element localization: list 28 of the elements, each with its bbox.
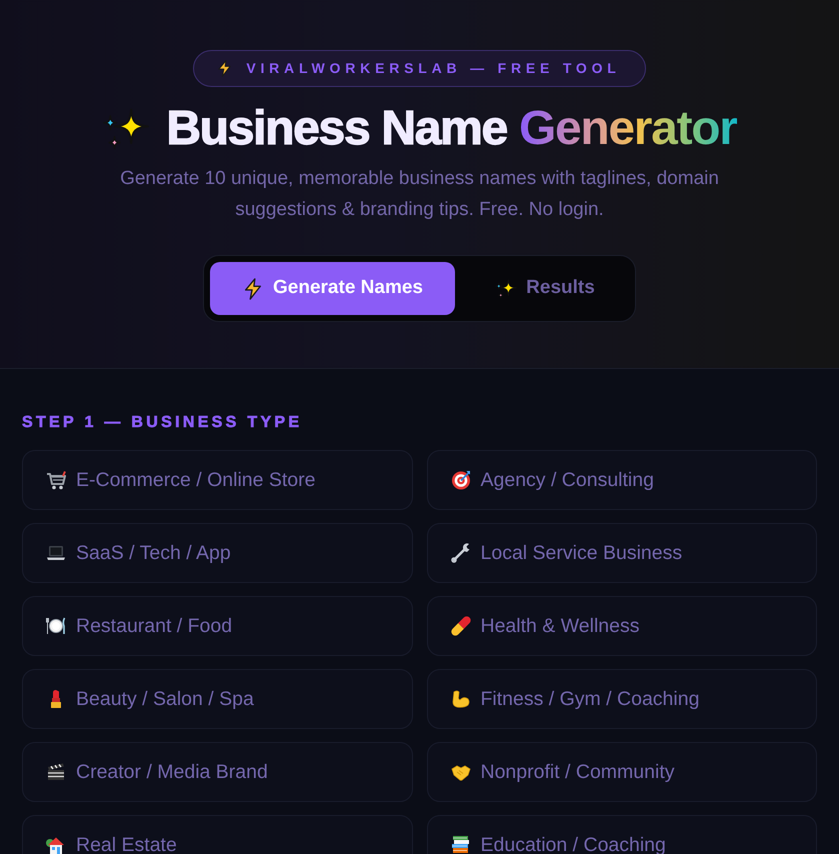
clapper-icon	[46, 762, 66, 782]
target-icon	[450, 470, 470, 490]
business-type-option[interactable]: Beauty / Salon / Spa	[22, 669, 412, 730]
lightning-icon	[216, 60, 234, 77]
sparkles-icon	[495, 278, 518, 300]
page-title: Business Name Generator	[166, 101, 737, 157]
tab[interactable]: Results	[461, 262, 629, 315]
business-type-option[interactable]: Agency / Consulting	[426, 450, 817, 510]
section-heading: STEP 1 — BUSINESS TYPE	[22, 413, 304, 432]
tab[interactable]: Generate Names	[210, 262, 455, 315]
pill-icon	[450, 616, 470, 636]
flexed-arm-icon	[450, 689, 470, 710]
business-type-option[interactable]: Restaurant / Food	[22, 596, 412, 656]
wrench-icon	[450, 543, 470, 564]
business-type-option[interactable]: Fitness / Gym / Coaching	[426, 669, 817, 730]
books-icon	[450, 835, 470, 854]
page-subtitle: Generate 10 unique, memorable business names with taglines, domain suggestions & branding tips. Free. No login.	[119, 167, 720, 222]
plate-icon	[46, 616, 66, 636]
business-type-option[interactable]: Nonprofit / Community	[426, 742, 817, 802]
business-type-option[interactable]: Real Estate	[22, 815, 412, 854]
business-type-option[interactable]: Local Service Business	[426, 523, 817, 584]
business-type-option[interactable]: Health & Wellness	[426, 596, 817, 656]
cart-icon	[46, 470, 66, 490]
house-icon	[46, 835, 66, 854]
tool-badge: VIRALWORKERSLAB — FREE TOOL	[193, 50, 646, 87]
business-type-option[interactable]: E-Commerce / Online Store	[22, 450, 412, 510]
business-type-option[interactable]: SaaS / Tech / App	[22, 523, 412, 584]
business-type-option[interactable]: Creator / Media Brand	[22, 742, 412, 802]
